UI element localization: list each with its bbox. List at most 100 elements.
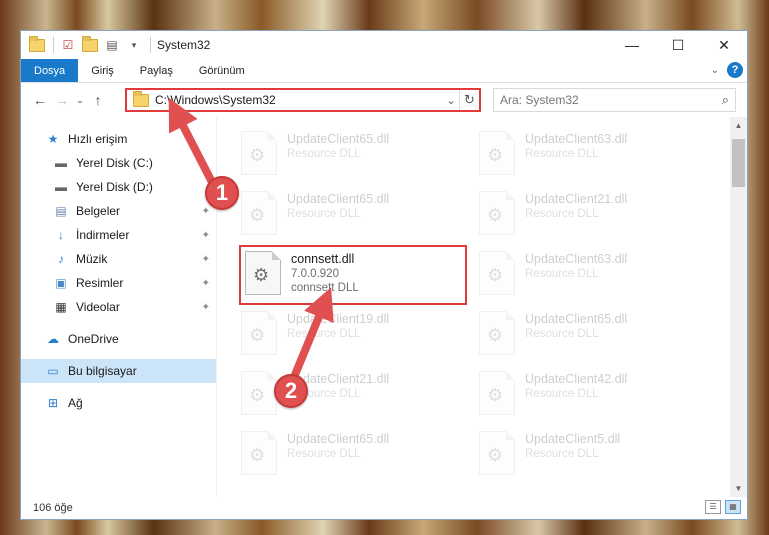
chevron-down-icon[interactable]: ⌄: [443, 94, 459, 107]
dll-file-icon: ⚙: [479, 431, 515, 475]
back-button[interactable]: ←: [29, 92, 51, 108]
title-bar: ☑ ▤ ▾ System32 — ☐ ✕: [21, 31, 747, 59]
file-item[interactable]: ⚙ UpdateClient5.dll Resource DLL: [475, 425, 703, 481]
network-icon: ⊞: [47, 396, 59, 410]
file-item[interactable]: ⚙ UpdateClient65.dll Resource DLL: [237, 185, 465, 241]
navigation-pane: ★ Hızlı erişim ▬ Yerel Disk (C:) ▬ Yerel…: [21, 117, 217, 497]
dll-file-icon: ⚙: [479, 131, 515, 175]
sidebar-item-label: İndirmeler: [76, 228, 130, 242]
file-item[interactable]: ⚙ UpdateClient21.dll Resource DLL: [475, 185, 703, 241]
pin-icon[interactable]: ✦: [202, 230, 210, 241]
tab-view[interactable]: Görünüm: [186, 59, 258, 82]
divider: [53, 37, 54, 53]
sidebar-item-label: Belgeler: [76, 204, 121, 218]
folder-icon: [133, 90, 149, 107]
refresh-icon[interactable]: ↻: [459, 90, 479, 110]
sidebar-item-local-disk-c[interactable]: ▬ Yerel Disk (C:): [21, 151, 216, 175]
file-item[interactable]: ⚙ UpdateClient65.dll Resource DLL: [475, 305, 703, 361]
file-item[interactable]: ⚙ UpdateClient42.dll Resource DLL: [475, 365, 703, 421]
chevron-down-icon[interactable]: ▾: [126, 37, 142, 53]
tab-home[interactable]: Giriş: [78, 59, 127, 82]
file-name: UpdateClient65.dll: [287, 192, 390, 206]
sidebar-item-videos[interactable]: ▦ Videolar ✦: [21, 295, 216, 319]
drive-icon: ▬: [55, 156, 67, 170]
tiles-view-icon[interactable]: ▦: [725, 500, 741, 514]
dll-file-icon: ⚙: [241, 431, 277, 475]
minimize-button[interactable]: —: [609, 31, 655, 59]
pin-icon[interactable]: ✦: [202, 278, 210, 289]
customize-toolbar-icon[interactable]: ▤: [104, 37, 120, 53]
sidebar-item-local-disk-d[interactable]: ▬ Yerel Disk (D:): [21, 175, 216, 199]
file-item[interactable]: ⚙ UpdateClient19.dll Resource DLL: [237, 305, 465, 361]
main-body: ★ Hızlı erişim ▬ Yerel Disk (C:) ▬ Yerel…: [21, 117, 747, 497]
file-item[interactable]: ⚙ UpdateClient65.dll Resource DLL: [237, 425, 465, 481]
download-icon: ↓: [58, 228, 64, 242]
ribbon-right: ⌄ ?: [711, 62, 743, 78]
documents-icon: ▤: [55, 204, 67, 218]
address-bar[interactable]: C:\Windows\System32 ⌄ ↻: [125, 88, 481, 112]
view-buttons: ☰ ▦: [705, 500, 741, 514]
properties-icon[interactable]: ☑: [60, 37, 76, 53]
sidebar-item-network[interactable]: ⊞ Ağ: [21, 391, 216, 415]
pin-icon[interactable]: ✦: [202, 302, 210, 313]
sidebar-item-label: Videolar: [76, 300, 120, 314]
search-input[interactable]: Ara: System32 ⌕: [493, 88, 736, 112]
sidebar-item-label: Yerel Disk (C:): [76, 156, 153, 170]
sidebar-item-documents[interactable]: ▤ Belgeler ✦: [21, 199, 216, 223]
close-button[interactable]: ✕: [701, 31, 747, 59]
file-name: UpdateClient42.dll: [525, 372, 628, 386]
callout-badge-1: 1: [205, 176, 239, 210]
scroll-down-arrow[interactable]: ▼: [730, 480, 747, 497]
details-view-icon[interactable]: ☰: [705, 500, 721, 514]
scroll-up-arrow[interactable]: ▲: [730, 117, 747, 134]
file-type: Resource DLL: [525, 148, 599, 160]
cloud-icon: ☁: [47, 332, 59, 346]
sidebar-item-downloads[interactable]: ↓ İndirmeler ✦: [21, 223, 216, 247]
file-name: UpdateClient63.dll: [525, 252, 628, 266]
file-list: ⚙ UpdateClient65.dll Resource DLL ⚙ Updat…: [217, 117, 747, 497]
tab-file[interactable]: Dosya: [21, 59, 79, 82]
computer-icon: ▭: [47, 364, 59, 378]
star-icon: ★: [47, 132, 59, 146]
scrollbar-thumb[interactable]: [732, 139, 745, 187]
pin-icon[interactable]: ✦: [202, 206, 210, 217]
file-item[interactable]: ⚙ UpdateClient21.dll Resource DLL: [237, 365, 465, 421]
file-type: connsett DLL: [291, 282, 359, 294]
forward-button[interactable]: →: [51, 92, 73, 108]
sidebar-item-music[interactable]: ♪ Müzik ✦: [21, 247, 216, 271]
dll-file-icon: ⚙: [241, 131, 277, 175]
search-icon[interactable]: ⌕: [722, 92, 729, 108]
tab-share[interactable]: Paylaş: [127, 59, 186, 82]
window-controls: — ☐ ✕: [609, 31, 747, 59]
dll-file-icon: ⚙: [241, 311, 277, 355]
maximize-button[interactable]: ☐: [655, 31, 701, 59]
file-name: UpdateClient63.dll: [525, 132, 628, 146]
highlighted-file-item[interactable]: ⚙ connsett.dll 7.0.0.920 connsett DLL: [239, 245, 467, 305]
file-item[interactable]: ⚙ UpdateClient65.dll Resource DLL: [237, 125, 465, 181]
help-icon[interactable]: ?: [727, 62, 743, 78]
up-button[interactable]: ↑: [87, 92, 109, 108]
callout-badge-2: 2: [274, 374, 308, 408]
address-path[interactable]: C:\Windows\System32: [155, 93, 443, 107]
file-name: UpdateClient65.dll: [525, 312, 628, 326]
sidebar-item-label: OneDrive: [68, 332, 119, 346]
expand-ribbon-icon[interactable]: ⌄: [711, 65, 719, 76]
dll-file-icon: ⚙: [479, 191, 515, 235]
dll-file-icon: ⚙: [245, 251, 281, 295]
sidebar-item-onedrive[interactable]: ☁ OneDrive: [21, 327, 216, 351]
file-name: UpdateClient65.dll: [287, 432, 390, 446]
divider: [150, 37, 151, 53]
dll-file-icon: ⚙: [479, 311, 515, 355]
file-name: UpdateClient21.dll: [525, 192, 628, 206]
file-item[interactable]: ⚙ UpdateClient63.dll Resource DLL: [475, 245, 703, 301]
file-version: 7.0.0.920: [291, 268, 339, 280]
file-item[interactable]: ⚙ UpdateClient63.dll Resource DLL: [475, 125, 703, 181]
sidebar-item-quick-access[interactable]: ★ Hızlı erişim: [21, 127, 216, 151]
sidebar-item-pictures[interactable]: ▣ Resimler ✦: [21, 271, 216, 295]
item-count: 106 öğe: [33, 502, 73, 514]
pin-icon[interactable]: ✦: [202, 254, 210, 265]
new-folder-icon[interactable]: [82, 35, 98, 53]
recent-locations-button[interactable]: ⌄: [73, 95, 87, 106]
vertical-scrollbar[interactable]: ▲ ▼: [730, 117, 747, 497]
sidebar-item-this-pc[interactable]: ▭ Bu bilgisayar: [21, 359, 216, 383]
